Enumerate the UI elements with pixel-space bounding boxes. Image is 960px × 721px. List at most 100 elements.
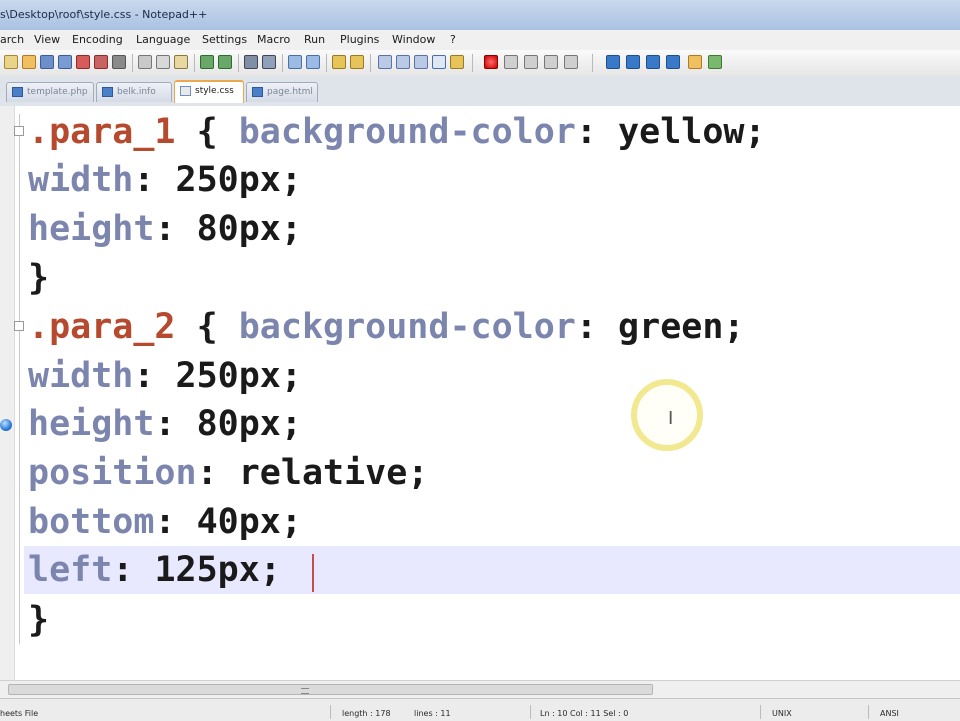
closing-brace: } [28,600,50,640]
tab-label: template.php [27,87,88,97]
record-macro-icon[interactable] [484,55,498,69]
print-icon[interactable] [112,55,126,69]
code-line: .para_2 { background-color: green; [28,303,744,351]
upper-case-icon[interactable] [666,55,680,69]
tab-label: style.css [195,86,234,96]
code-punctuation: ; [723,307,745,347]
check-icon[interactable] [708,55,722,69]
window-title: s\Desktop\roof\style.css - Notepad++ [0,8,208,21]
status-bar: heets File length : 178 lines : 11 Ln : … [0,698,960,721]
css-value: relative [238,453,408,493]
menu-view[interactable]: View [34,33,60,46]
indent-guide-icon[interactable] [414,55,428,69]
code-punctuation: ; [280,404,302,444]
fold-toggle-icon[interactable] [14,321,24,331]
save-macro-icon[interactable] [564,55,578,69]
stop-macro-icon[interactable] [504,55,518,69]
sync-horizontal-icon[interactable] [350,55,364,69]
open-file-icon[interactable] [22,55,36,69]
menu-window[interactable]: Window [392,33,435,46]
paste-icon[interactable] [174,55,188,69]
code-punctuation: : [154,209,197,249]
bookmark-icon[interactable] [0,419,12,431]
replace-icon[interactable] [262,55,276,69]
sync-vertical-icon[interactable] [332,55,346,69]
code-punctuation: ; [280,209,302,249]
code-punctuation: : [154,404,197,444]
redo-icon[interactable] [218,55,232,69]
css-property: background-color [238,307,576,347]
menu-plugins[interactable]: Plugins [340,33,379,46]
status-lines: lines : 11 [414,709,451,718]
fold-toggle-icon[interactable] [14,126,24,136]
css-property: height [28,209,155,249]
ibeam-cursor-icon: I [668,408,674,429]
code-editor[interactable]: .para_1 { background-color: yellow; widt… [0,106,960,680]
code-line: } [28,596,49,644]
language-icon[interactable] [432,55,446,69]
menu-run[interactable]: Run [304,33,325,46]
menu-language[interactable]: Language [136,33,190,46]
code-line: height: 80px; [28,205,302,253]
css-property: width [28,356,134,396]
css-property: height [28,404,155,444]
play-multiple-icon[interactable] [544,55,558,69]
save-icon[interactable] [40,55,54,69]
text-caret [312,554,314,592]
save-all-icon[interactable] [58,55,72,69]
code-line: height: 80px; [28,400,302,448]
code-punctuation: : [154,502,197,542]
copy-icon[interactable] [156,55,170,69]
css-selector: .para_1 [28,112,176,152]
play-macro-icon[interactable] [524,55,538,69]
show-all-chars-icon[interactable] [396,55,410,69]
status-encoding: ANSI [880,709,899,718]
code-punctuation: : [133,356,176,396]
scrollbar-thumb[interactable] [8,684,653,695]
close-all-icon[interactable] [94,55,108,69]
code-line: position: relative; [28,449,428,497]
menu-encoding[interactable]: Encoding [72,33,123,46]
code-punctuation: : [196,453,239,493]
code-punctuation: : [575,307,619,347]
code-punctuation: ; [407,453,429,493]
menu-macro[interactable]: Macro [257,33,290,46]
css-value: green [618,307,724,347]
tab-style-css[interactable]: style.css [174,80,244,103]
menu-search[interactable]: arch [0,33,24,46]
css-value: 250px [175,356,281,396]
close-icon[interactable] [76,55,90,69]
code-punctuation: : [133,160,176,200]
undo-icon[interactable] [200,55,214,69]
menu-help[interactable]: ? [450,33,456,46]
fold-margin-line [19,114,20,644]
horizontal-scrollbar[interactable] [0,680,960,699]
mouse-highlight-ring [631,379,703,451]
find-icon[interactable] [244,55,258,69]
code-punctuation: ; [280,502,302,542]
cut-icon[interactable] [138,55,152,69]
grip-icon [301,688,309,694]
new-file-icon[interactable] [4,55,18,69]
zoom-in-icon[interactable] [288,55,302,69]
tab-template-php[interactable]: template.php [6,82,94,102]
status-position: Ln : 10 Col : 11 Sel : 0 [540,709,629,718]
zoom-out-icon[interactable] [306,55,320,69]
tab-page-html[interactable]: page.html [246,82,318,102]
trim-icon[interactable] [688,55,702,69]
css-value: 80px [196,404,281,444]
code-punctuation: { [175,307,239,347]
css-property: position [28,453,197,493]
word-wrap-icon[interactable] [378,55,392,69]
lower-case-icon[interactable] [606,55,620,69]
doc-map-icon[interactable] [450,55,464,69]
move-down-icon[interactable] [646,55,660,69]
move-up-icon[interactable] [626,55,640,69]
code-punctuation: { [175,112,239,152]
menu-settings[interactable]: Settings [202,33,247,46]
status-eol: UNIX [772,709,792,718]
tab-belk-info[interactable]: belk.info [96,82,172,102]
code-line: } [28,254,49,302]
tab-label: page.html [267,87,313,97]
bookmark-margin[interactable] [0,106,15,680]
